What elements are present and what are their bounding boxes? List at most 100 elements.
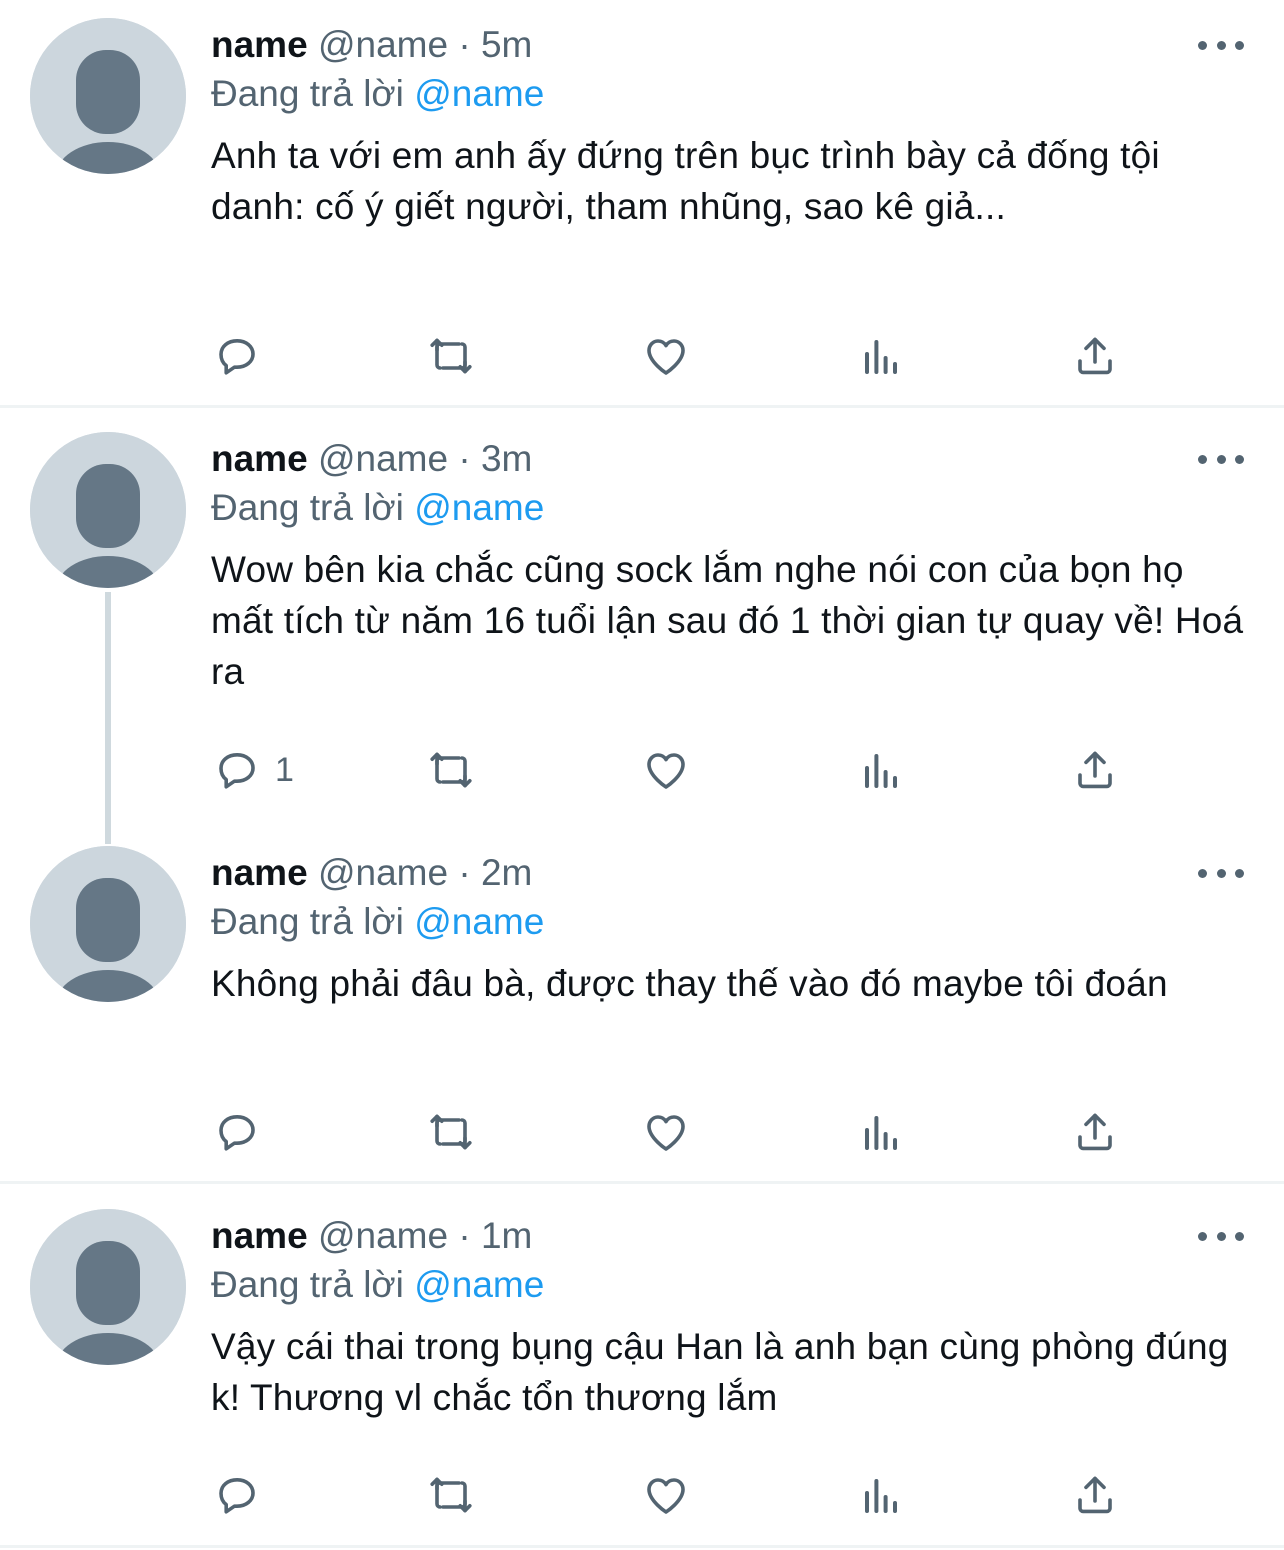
display-name[interactable]: name bbox=[211, 24, 308, 65]
timestamp[interactable]: 5m bbox=[481, 24, 532, 65]
like-icon bbox=[647, 339, 685, 375]
timestamp[interactable]: 2m bbox=[481, 852, 532, 893]
analytics-button[interactable] bbox=[857, 1107, 905, 1157]
analytics-icon bbox=[865, 754, 897, 788]
tweet-actions bbox=[211, 1107, 1131, 1157]
separator-dot: · bbox=[458, 438, 471, 479]
tweet[interactable]: name @name · 5m Đang trả lời @name Anh t… bbox=[0, 0, 1284, 405]
reply-button[interactable] bbox=[213, 331, 275, 381]
reply-icon bbox=[219, 1115, 255, 1151]
analytics-button[interactable] bbox=[857, 745, 905, 795]
replying-to-label: Đang trả lời bbox=[211, 1264, 404, 1305]
share-button[interactable] bbox=[1071, 331, 1119, 381]
share-icon bbox=[1078, 1476, 1112, 1514]
tweet-text: Vậy cái thai trong bụng cậu Han là anh b… bbox=[211, 1326, 1229, 1418]
reply-button[interactable]: 1 bbox=[213, 745, 294, 795]
like-button[interactable] bbox=[642, 1470, 690, 1520]
replying-to: Đang trả lời @name bbox=[211, 896, 1244, 948]
tweet-header: name @name · 3m bbox=[211, 436, 1244, 482]
mention-link[interactable]: @name bbox=[414, 487, 544, 528]
retweet-button[interactable] bbox=[427, 331, 475, 381]
analytics-button[interactable] bbox=[857, 1470, 905, 1520]
share-button[interactable] bbox=[1071, 1470, 1119, 1520]
like-icon bbox=[647, 1478, 685, 1514]
retweet-button[interactable] bbox=[427, 1470, 475, 1520]
replying-to: Đang trả lời @name bbox=[211, 482, 1244, 534]
reply-icon bbox=[219, 753, 255, 789]
mention-link[interactable]: @name bbox=[414, 1264, 544, 1305]
separator-dot: · bbox=[458, 24, 471, 65]
mention-link[interactable]: @name bbox=[414, 901, 544, 942]
replying-to: Đang trả lời @name bbox=[211, 1259, 1244, 1311]
replying-to: Đang trả lời @name bbox=[211, 68, 1244, 120]
analytics-button[interactable] bbox=[857, 331, 905, 381]
avatar-placeholder-icon bbox=[30, 1209, 186, 1365]
tweet[interactable]: name @name · 1m Đang trả lời @name Vậy c… bbox=[0, 1191, 1284, 1543]
avatar[interactable] bbox=[30, 432, 186, 588]
tweet-text: Không phải đâu bà, được thay thế vào đó … bbox=[211, 963, 1168, 1004]
share-icon bbox=[1078, 751, 1112, 789]
share-button[interactable] bbox=[1071, 745, 1119, 795]
like-button[interactable] bbox=[642, 331, 690, 381]
share-icon bbox=[1078, 1113, 1112, 1151]
like-icon bbox=[647, 753, 685, 789]
avatar[interactable] bbox=[30, 1209, 186, 1365]
retweet-button[interactable] bbox=[427, 745, 475, 795]
reply-count: 1 bbox=[275, 750, 294, 789]
replying-to-label: Đang trả lời bbox=[211, 487, 404, 528]
retweet-button[interactable] bbox=[427, 1107, 475, 1157]
user-handle[interactable]: @name bbox=[318, 852, 448, 893]
retweet-icon bbox=[430, 1114, 472, 1150]
separator-dot: · bbox=[458, 1215, 471, 1256]
like-icon bbox=[647, 1115, 685, 1151]
analytics-icon bbox=[865, 1479, 897, 1513]
tweet-actions bbox=[211, 1470, 1131, 1520]
more-icon[interactable] bbox=[1198, 1226, 1244, 1246]
timestamp[interactable]: 1m bbox=[481, 1215, 532, 1256]
share-icon bbox=[1078, 337, 1112, 375]
tweet-actions bbox=[211, 331, 1131, 381]
user-handle[interactable]: @name bbox=[318, 24, 448, 65]
more-icon[interactable] bbox=[1198, 35, 1244, 55]
like-button[interactable] bbox=[642, 1107, 690, 1157]
reply-icon bbox=[219, 339, 255, 375]
analytics-icon bbox=[865, 340, 897, 374]
user-handle[interactable]: @name bbox=[318, 438, 448, 479]
display-name[interactable]: name bbox=[211, 438, 308, 479]
replying-to-label: Đang trả lời bbox=[211, 73, 404, 114]
separator-dot: · bbox=[458, 852, 471, 893]
avatar-placeholder-icon bbox=[30, 432, 186, 588]
retweet-icon bbox=[430, 338, 472, 374]
user-handle[interactable]: @name bbox=[318, 1215, 448, 1256]
tweet-divider bbox=[0, 1181, 1284, 1184]
display-name[interactable]: name bbox=[211, 852, 308, 893]
tweet-text: Anh ta với em anh ấy đứng trên bục trình… bbox=[211, 135, 1160, 227]
tweet-actions: 1 bbox=[211, 745, 1131, 795]
avatar[interactable] bbox=[30, 846, 186, 1002]
tweet-header: name @name · 2m bbox=[211, 850, 1244, 896]
retweet-icon bbox=[430, 1477, 472, 1513]
display-name[interactable]: name bbox=[211, 1215, 308, 1256]
tweet-divider bbox=[0, 1545, 1284, 1548]
avatar[interactable] bbox=[30, 18, 186, 174]
reply-button[interactable] bbox=[213, 1470, 275, 1520]
timestamp[interactable]: 3m bbox=[481, 438, 532, 479]
reply-button[interactable] bbox=[213, 1107, 275, 1157]
tweet-text: Wow bên kia chắc cũng sock lắm nghe nói … bbox=[211, 549, 1244, 692]
analytics-icon bbox=[865, 1116, 897, 1150]
tweet-header: name @name · 5m bbox=[211, 22, 1244, 68]
tweet-header: name @name · 1m bbox=[211, 1213, 1244, 1259]
more-icon[interactable] bbox=[1198, 863, 1244, 883]
mention-link[interactable]: @name bbox=[414, 73, 544, 114]
replying-to-label: Đang trả lời bbox=[211, 901, 404, 942]
reply-icon bbox=[219, 1478, 255, 1514]
retweet-icon bbox=[430, 752, 472, 788]
tweet[interactable]: name @name · 2m Đang trả lời @name Không… bbox=[0, 828, 1284, 1180]
tweet[interactable]: name @name · 3m Đang trả lời @name Wow b… bbox=[0, 414, 1284, 814]
avatar-placeholder-icon bbox=[30, 846, 186, 1002]
avatar-placeholder-icon bbox=[30, 18, 186, 174]
like-button[interactable] bbox=[642, 745, 690, 795]
more-icon[interactable] bbox=[1198, 449, 1244, 469]
share-button[interactable] bbox=[1071, 1107, 1119, 1157]
tweet-divider bbox=[0, 405, 1284, 408]
